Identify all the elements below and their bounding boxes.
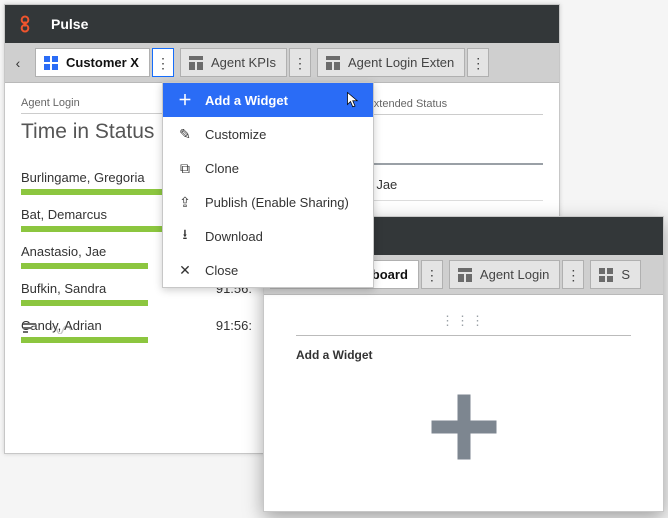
- pencil-icon: ✎: [175, 126, 195, 143]
- plus-icon: ＋: [175, 90, 195, 110]
- tab-label: S: [621, 267, 630, 282]
- menu-item-clone[interactable]: ⧉ Clone: [163, 151, 373, 185]
- tab-agent-kpis[interactable]: Agent KPIs: [180, 48, 287, 77]
- grid-icon: [599, 268, 613, 282]
- menu-item-customize[interactable]: ✎ Customize: [163, 117, 373, 151]
- close-icon: ✕: [175, 262, 195, 279]
- cursor-icon: [343, 91, 361, 113]
- menu-label: Customize: [205, 127, 266, 142]
- blank-dashboard-body: ⋮⋮⋮ Add a Widget: [264, 295, 663, 510]
- tab-customer-x[interactable]: Customer X: [35, 48, 150, 77]
- divider: [296, 335, 631, 336]
- clone-icon: ⧉: [175, 160, 195, 177]
- tabstrip-main: ‹ Customer X ⋮ Agent KPIs ⋮ Agent Login …: [5, 43, 559, 83]
- menu-label: Publish (Enable Sharing): [205, 195, 349, 210]
- row-name: Bufkin, Sandra: [21, 281, 106, 296]
- plus-icon: [425, 388, 503, 466]
- add-widget-hint: Add a Widget: [296, 348, 645, 362]
- share-icon: ⇪: [175, 194, 195, 211]
- drag-grip-icon[interactable]: ⋮⋮⋮: [282, 313, 645, 329]
- menu-item-download[interactable]: ⭳ Download: [163, 219, 373, 253]
- widget-footer-tools: [23, 321, 71, 339]
- add-widget-button[interactable]: [282, 362, 645, 492]
- tab-menu-button-agent-login[interactable]: ⋮: [562, 260, 584, 289]
- layout-icon: [326, 56, 340, 70]
- menu-label: Add a Widget: [205, 93, 288, 108]
- tab-label: Agent Login Exten: [348, 55, 454, 70]
- tab-label: Agent Login: [480, 267, 549, 282]
- layout-icon: [458, 268, 472, 282]
- tab-truncated[interactable]: S: [590, 260, 641, 289]
- download-icon: ⭳: [175, 224, 195, 248]
- genesys-logo-icon: [15, 14, 35, 34]
- row-name: Bat, Demarcus: [21, 207, 107, 222]
- menu-item-close[interactable]: ✕ Close: [163, 253, 373, 287]
- tab-menu-button-customer-x[interactable]: ⋮: [152, 48, 174, 77]
- menu-item-add-widget[interactable]: ＋ Add a Widget: [163, 83, 373, 117]
- tab-menu-button-agent-login-ext[interactable]: ⋮: [467, 48, 489, 77]
- bars-icon[interactable]: [23, 321, 41, 339]
- main-header: Pulse: [5, 5, 559, 43]
- app-title: Pulse: [51, 16, 88, 32]
- row-value: 91:56:: [216, 318, 252, 333]
- tabs-prev-button[interactable]: ‹: [5, 43, 31, 82]
- tab-agent-login-extend[interactable]: Agent Login Exten: [317, 48, 465, 77]
- menu-label: Close: [205, 263, 238, 278]
- tab-label: Agent KPIs: [211, 55, 276, 70]
- menu-item-publish[interactable]: ⇪ Publish (Enable Sharing): [163, 185, 373, 219]
- tab-menu-button-agent-kpis[interactable]: ⋮: [289, 48, 311, 77]
- wave-icon[interactable]: [51, 321, 71, 339]
- row-name: Burlingame, Gregoria: [21, 170, 145, 185]
- tab-menu-button-blank[interactable]: ⋮: [421, 260, 443, 289]
- tab-label: Customer X: [66, 55, 139, 70]
- row-name: Anastasio, Jae: [21, 244, 106, 259]
- menu-label: Clone: [205, 161, 239, 176]
- grid-icon: [44, 56, 58, 70]
- tab-context-menu: ＋ Add a Widget ✎ Customize ⧉ Clone ⇪ Publis…: [162, 82, 374, 288]
- tab-agent-login[interactable]: Agent Login: [449, 260, 560, 289]
- menu-label: Download: [205, 229, 263, 244]
- layout-icon: [189, 56, 203, 70]
